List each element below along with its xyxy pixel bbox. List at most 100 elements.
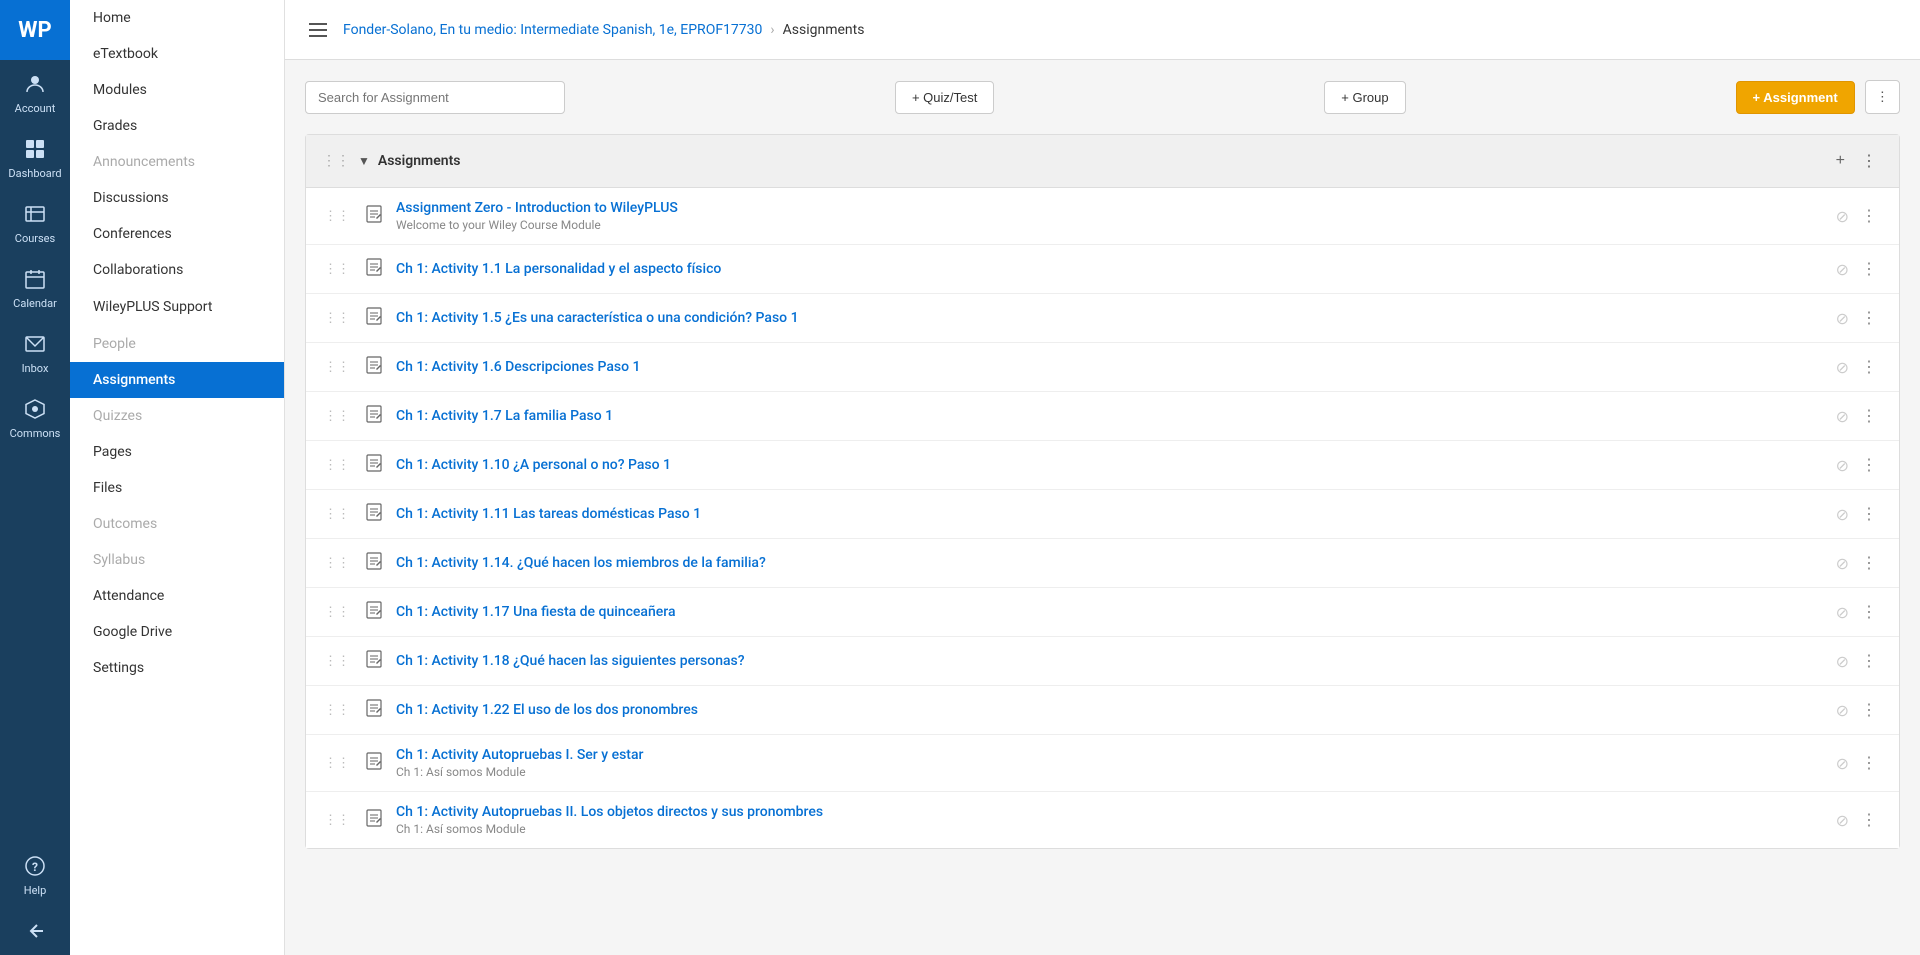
assignment-name[interactable]: Ch 1: Activity 1.7 La familia Paso 1 [396,408,1826,424]
sidebar-item-people: People [70,326,284,362]
row-drag-handle[interactable]: ⋮⋮ [322,603,352,622]
row-drag-handle[interactable]: ⋮⋮ [322,407,352,426]
row-drag-handle[interactable]: ⋮⋮ [322,811,352,830]
sidebar-item-collaborations[interactable]: Collaborations [70,252,284,288]
table-row: ⋮⋮ Ch 1: Activity 1.14. ¿Qué hacen los m… [306,539,1899,588]
inbox-icon [21,330,49,358]
assignment-name[interactable]: Ch 1: Activity 1.1 La personalidad y el … [396,261,1826,277]
sidebar-item-account[interactable]: Account [0,60,70,125]
row-drag-handle[interactable]: ⋮⋮ [322,754,352,773]
assignment-name[interactable]: Ch 1: Activity Autopruebas I. Ser y esta… [396,747,1826,763]
assignment-subtitle: Welcome to your Wiley Course Module [396,218,1826,232]
row-more-button[interactable]: ⋮ [1855,698,1883,722]
row-more-button[interactable]: ⋮ [1855,808,1883,832]
assignment-name[interactable]: Ch 1: Activity 1.11 Las tareas doméstica… [396,506,1826,522]
assignment-info: Ch 1: Activity 1.10 ¿A personal o no? Pa… [396,457,1826,473]
sidebar-item-wileyplusSupport[interactable]: WileyPLUS Support [70,288,284,326]
row-more-button[interactable]: ⋮ [1855,404,1883,428]
row-actions: ⊘ ⋮ [1836,649,1883,673]
sidebar-item-outcomes: Outcomes [70,506,284,542]
sidebar-item-inbox[interactable]: Inbox [0,320,70,385]
sidebar-item-settings[interactable]: Settings [70,650,284,686]
sidebar-item-assignments[interactable]: Assignments [70,362,284,398]
sidebar-collapse-btn[interactable] [0,907,70,955]
commons-label: Commons [10,427,61,440]
section-add-button[interactable]: + [1830,148,1851,174]
assignment-info: Ch 1: Activity 1.22 El uso de los dos pr… [396,702,1826,718]
assignment-type-icon [362,356,386,378]
table-row: ⋮⋮ Ch 1: Activity 1.1 La personalidad y … [306,245,1899,294]
assignment-name[interactable]: Ch 1: Activity Autopruebas II. Los objet… [396,804,1826,820]
assignment-name[interactable]: Ch 1: Activity 1.17 Una fiesta de quince… [396,604,1826,620]
row-drag-handle[interactable]: ⋮⋮ [322,456,352,475]
sidebar-item-calendar[interactable]: Calendar [0,255,70,320]
group-button[interactable]: + Group [1324,81,1405,114]
commons-icon [21,395,49,423]
row-more-button[interactable]: ⋮ [1855,257,1883,281]
breadcrumb-course[interactable]: Fonder-Solano, En tu medio: Intermediate… [343,22,762,38]
row-more-button[interactable]: ⋮ [1855,551,1883,575]
assignment-name[interactable]: Ch 1: Activity 1.5 ¿Es una característic… [396,310,1826,326]
row-more-button[interactable]: ⋮ [1855,204,1883,228]
sidebar-item-attendance[interactable]: Attendance [70,578,284,614]
assignment-name[interactable]: Ch 1: Activity 1.10 ¿A personal o no? Pa… [396,457,1826,473]
assignment-name[interactable]: Ch 1: Activity 1.14. ¿Qué hacen los miem… [396,555,1826,571]
more-options-button[interactable]: ⋮ [1865,80,1900,114]
assignment-name[interactable]: Ch 1: Activity 1.6 Descripciones Paso 1 [396,359,1826,375]
row-drag-handle[interactable]: ⋮⋮ [322,207,352,226]
assignment-type-icon [362,503,386,525]
row-more-button[interactable]: ⋮ [1855,600,1883,624]
row-drag-handle[interactable]: ⋮⋮ [322,309,352,328]
sidebar-item-commons[interactable]: Commons [0,385,70,450]
sidebar-item-discussions[interactable]: Discussions [70,180,284,216]
sidebar-item-conferences[interactable]: Conferences [70,216,284,252]
assignment-type-icon [362,601,386,623]
sidebar-item-etextbook[interactable]: eTextbook [70,36,284,72]
section-more-button[interactable]: ⋮ [1855,147,1883,175]
search-input[interactable] [305,81,565,114]
row-actions: ⊘ ⋮ [1836,698,1883,722]
sidebar-item-grades[interactable]: Grades [70,108,284,144]
hamburger-button[interactable] [305,19,331,41]
sidebar-item-google-drive[interactable]: Google Drive [70,614,284,650]
row-more-button[interactable]: ⋮ [1855,355,1883,379]
row-more-button[interactable]: ⋮ [1855,306,1883,330]
assignment-button[interactable]: + Assignment [1736,81,1855,114]
row-more-button[interactable]: ⋮ [1855,453,1883,477]
quiz-test-button[interactable]: + Quiz/Test [895,81,994,114]
row-actions: ⊘ ⋮ [1836,600,1883,624]
sidebar-item-files[interactable]: Files [70,470,284,506]
section-toggle[interactable]: ▼ [358,154,370,168]
sidebar-item-modules[interactable]: Modules [70,72,284,108]
sidebar-item-help[interactable]: ? Help [0,842,70,907]
assignment-type-icon [362,454,386,476]
row-drag-handle[interactable]: ⋮⋮ [322,358,352,377]
row-more-button[interactable]: ⋮ [1855,751,1883,775]
assignment-name[interactable]: Assignment Zero - Introduction to WileyP… [396,200,1826,216]
section-drag-handle[interactable]: ⋮⋮ [322,153,350,169]
sidebar-item-home[interactable]: Home [70,0,284,36]
sidebar-item-syllabus: Syllabus [70,542,284,578]
row-more-button[interactable]: ⋮ [1855,649,1883,673]
table-row: ⋮⋮ Ch 1: Activity 1.17 Una fiesta de qui… [306,588,1899,637]
row-drag-handle[interactable]: ⋮⋮ [322,554,352,573]
row-actions: ⊘ ⋮ [1836,453,1883,477]
row-actions: ⊘ ⋮ [1836,204,1883,228]
app-logo[interactable]: WP [0,0,70,60]
row-drag-handle[interactable]: ⋮⋮ [322,505,352,524]
row-more-button[interactable]: ⋮ [1855,502,1883,526]
assignment-info: Ch 1: Activity Autopruebas II. Los objet… [396,804,1826,836]
sidebar-item-courses[interactable]: Courses [0,190,70,255]
row-drag-handle[interactable]: ⋮⋮ [322,701,352,720]
no-submission-icon: ⊘ [1836,260,1849,279]
row-drag-handle[interactable]: ⋮⋮ [322,260,352,279]
calendar-label: Calendar [13,297,57,310]
assignment-type-icon [362,258,386,280]
sidebar-item-dashboard[interactable]: Dashboard [0,125,70,190]
sidebar-item-pages[interactable]: Pages [70,434,284,470]
courses-icon [21,200,49,228]
assignment-name[interactable]: Ch 1: Activity 1.18 ¿Qué hacen las sigui… [396,653,1826,669]
row-drag-handle[interactable]: ⋮⋮ [322,652,352,671]
row-actions: ⊘ ⋮ [1836,551,1883,575]
assignment-name[interactable]: Ch 1: Activity 1.22 El uso de los dos pr… [396,702,1826,718]
